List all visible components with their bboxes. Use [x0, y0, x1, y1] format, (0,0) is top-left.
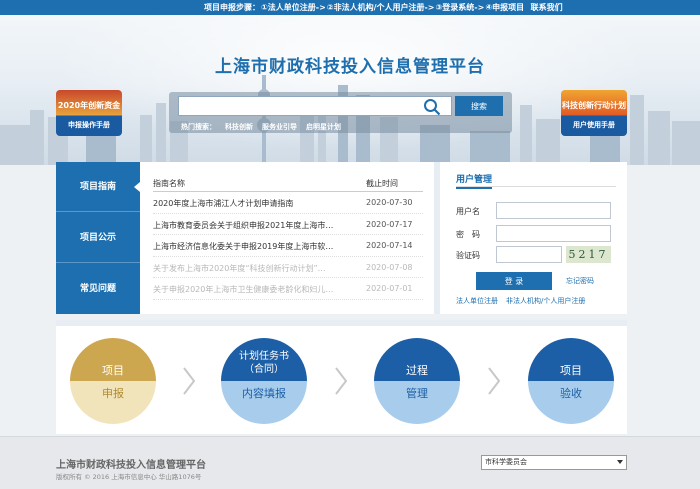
login-panel: 用户管理 用户名 密 码 验证码 5217 登 录 忘记密码 法人单位注册 非法人…	[434, 162, 627, 314]
captcha-input[interactable]	[496, 246, 562, 263]
list-item[interactable]: 上海市教育委员会关于组织申报2021年度上海市… 2020-07-17	[153, 214, 423, 235]
main-panel: 项目指南 项目公示 常见问题 指南名称 截止时间 2020年度上海市浦江人才计划…	[56, 162, 627, 314]
chevron-right-icon	[488, 367, 501, 395]
login-button[interactable]: 登 录	[476, 272, 552, 290]
steps-list: 项目申报步骤：①法人单位注册->②非法人机构/个人用户注册->③登录系统->④申…	[204, 0, 564, 15]
guide-title[interactable]: 上海市教育委员会关于组织申报2021年度上海市…	[153, 220, 358, 231]
guide-list: 指南名称 截止时间 2020年度上海市浦江人才计划申请指南 2020-07-30…	[153, 176, 423, 300]
chevron-right-icon	[183, 367, 196, 395]
password-label: 密 码	[456, 230, 480, 239]
related-links-select[interactable]: 市科学委员会	[481, 455, 627, 470]
hot-search-item[interactable]: 服务业引导	[262, 123, 297, 131]
badge-left-subtitle: 申报操作手册	[68, 121, 110, 129]
step-circle-process[interactable]: 过程 管理	[374, 338, 460, 424]
col-guide-name: 指南名称	[153, 179, 185, 188]
step-login-link[interactable]: ③登录系统->	[436, 3, 485, 12]
guide-date: 2020-07-30	[366, 198, 413, 207]
manual-badge-right[interactable]: 科技创新行动计划 用户使用手册	[561, 90, 627, 136]
search-button[interactable]: 搜索	[455, 96, 503, 116]
username-input[interactable]	[496, 202, 611, 219]
step-circle-contract[interactable]: 计划任务书 （合同） 内容填报	[221, 338, 307, 424]
step-bottom-label: 验收	[560, 387, 582, 400]
hot-search-item[interactable]: 启明星计划	[306, 123, 341, 131]
guide-date: 2020-07-08	[366, 262, 413, 272]
guide-title[interactable]: 上海市经济信息化委关于申报2019年度上海市软…	[153, 241, 358, 252]
username-label: 用户名	[456, 207, 480, 216]
step-bottom-label: 内容填报	[242, 387, 286, 400]
badge-right-subtitle: 用户使用手册	[573, 121, 615, 129]
register-legal-link[interactable]: 法人单位注册	[456, 297, 498, 305]
list-item[interactable]: 关于发布上海市2020年度“科技创新行动计划”… 2020-07-08	[153, 257, 423, 278]
guide-title[interactable]: 关于发布上海市2020年度“科技创新行动计划”…	[153, 263, 358, 274]
register-personal-link[interactable]: 非法人机构/个人用户注册	[506, 297, 585, 305]
chevron-down-icon	[617, 460, 623, 464]
footer-title: 上海市财政科技投入信息管理平台	[56, 460, 206, 471]
step-bottom-label: 申报	[102, 387, 124, 400]
chevron-right-icon	[335, 367, 348, 395]
badge-left-title: 2020年创新资金	[57, 101, 121, 110]
register-links: 法人单位注册 非法人机构/个人用户注册	[456, 296, 593, 306]
step-personal-register-link[interactable]: ②非法人机构/个人用户注册->	[327, 3, 435, 12]
step-circle-apply[interactable]: 项目 申报	[70, 338, 156, 424]
guide-list-header: 指南名称 截止时间	[153, 176, 423, 192]
list-item[interactable]: 上海市经济信息化委关于申报2019年度上海市软… 2020-07-14	[153, 235, 423, 257]
step-legal-register-link[interactable]: ①法人单位注册->	[261, 3, 326, 12]
nav-item-announcement[interactable]: 项目公示	[56, 213, 140, 263]
step-top-label: 项目	[102, 364, 124, 377]
guide-date: 2020-07-14	[366, 241, 413, 250]
col-deadline: 截止时间	[366, 179, 398, 188]
step-top-label: 过程	[406, 364, 428, 377]
footer: 上海市财政科技投入信息管理平台 版权所有 © 2016 上海市信息中心 华山路1…	[0, 436, 700, 489]
guide-title[interactable]: 2020年度上海市浦江人才计划申请指南	[153, 198, 358, 209]
process-steps: 项目 申报 计划任务书 （合同） 内容填报 过程 管理 项目 验收	[56, 320, 627, 434]
badge-right-title: 科技创新行动计划	[562, 101, 626, 110]
hot-search-item[interactable]: 科技创新	[225, 123, 253, 131]
top-steps-bar: 项目申报步骤：①法人单位注册->②非法人机构/个人用户注册->③登录系统->④申…	[0, 0, 700, 15]
guide-title[interactable]: 关于申报2020年上海市卫生健康委老龄化和妇儿…	[153, 284, 358, 295]
step-top-label: 计划任务书 （合同）	[239, 351, 289, 375]
password-input[interactable]	[496, 225, 611, 242]
step-apply-link[interactable]: ④申报项目	[485, 3, 524, 12]
select-value: 市科学委员会	[485, 458, 527, 466]
search-icon[interactable]	[423, 98, 441, 116]
guide-date: 2020-07-01	[366, 284, 413, 293]
nav-item-guide[interactable]: 项目指南	[56, 162, 140, 212]
search-input[interactable]	[178, 96, 452, 116]
site-title: 上海市财政科技投入信息管理平台	[215, 57, 485, 77]
guide-date: 2020-07-17	[366, 219, 413, 229]
footer-copyright: 版权所有 © 2016 上海市信息中心 华山路1076号	[56, 473, 202, 481]
step-top-label: 项目	[560, 364, 582, 377]
list-item[interactable]: 2020年度上海市浦江人才计划申请指南 2020-07-30	[153, 192, 423, 214]
hot-search-label: 热门搜索：	[181, 123, 216, 131]
forgot-password-link[interactable]: 忘记密码	[566, 276, 594, 286]
list-item[interactable]: 关于申报2020年上海市卫生健康委老龄化和妇儿… 2020-07-01	[153, 278, 423, 300]
left-nav: 项目指南 项目公示 常见问题	[56, 162, 140, 314]
hot-search: 热门搜索： 科技创新 服务业引导 启明星计划	[181, 122, 350, 132]
captcha-image[interactable]: 5217	[566, 246, 611, 263]
step-bottom-label: 管理	[406, 387, 428, 400]
step-circle-acceptance[interactable]: 项目 验收	[528, 338, 614, 424]
steps-label: 项目申报步骤：	[204, 3, 260, 12]
nav-item-faq[interactable]: 常见问题	[56, 264, 140, 314]
manual-badge-left[interactable]: 2020年创新资金 申报操作手册	[56, 90, 122, 136]
captcha-label: 验证码	[456, 251, 480, 260]
contact-us-link[interactable]: 联系我们	[531, 3, 563, 12]
